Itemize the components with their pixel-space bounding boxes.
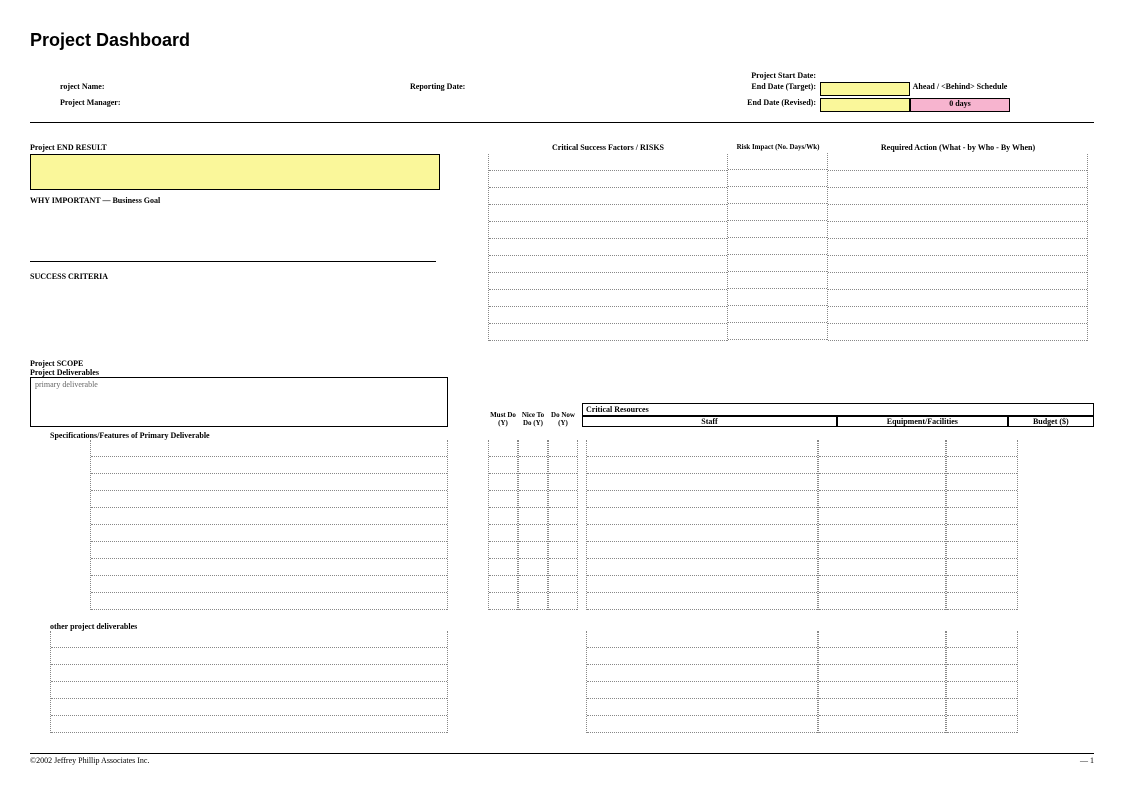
why-important-label: WHY IMPORTANT — Business Goal	[30, 194, 440, 207]
project-start-date-label: Project Start Date:	[660, 71, 820, 80]
critical-resources-header: Critical Resources	[582, 403, 1094, 416]
staff-rows[interactable]	[586, 440, 818, 610]
equipment-header: Equipment/Facilities	[837, 416, 1008, 427]
do-now-rows[interactable]	[548, 440, 578, 610]
do-now-header: Do Now (Y)	[548, 411, 578, 427]
deliverables-label: Project Deliverables	[30, 368, 1094, 377]
nice-to-do-header: Nice To Do (Y)	[518, 411, 548, 427]
equipment-rows[interactable]	[818, 440, 946, 610]
page-title: Project Dashboard	[30, 30, 1094, 51]
required-action-label: Required Action (What - by Who - By When…	[828, 141, 1088, 154]
success-criteria-input[interactable]	[30, 283, 440, 331]
page-number: — 1	[1080, 756, 1094, 765]
end-date-revised-value[interactable]	[820, 98, 910, 112]
primary-deliverable-input[interactable]: primary deliverable	[30, 377, 448, 427]
why-important-input[interactable]	[30, 207, 436, 262]
other-deliverables-label: other project deliverables	[30, 622, 1094, 631]
other-staff-rows[interactable]	[586, 631, 818, 733]
risk-impact-label: Risk Impact (No. Days/Wk)	[728, 141, 828, 153]
required-action-rows[interactable]	[828, 154, 1088, 341]
staff-header: Staff	[582, 416, 837, 427]
nice-to-do-rows[interactable]	[518, 440, 548, 610]
end-date-target-label: End Date (Target):	[660, 82, 820, 96]
divider	[30, 122, 1094, 123]
ahead-behind-label: Ahead / <Behind> Schedule	[910, 82, 1010, 96]
footer: ©2002 Jeffrey Phillip Associates Inc. — …	[30, 753, 1094, 765]
other-deliv-rows[interactable]	[50, 631, 448, 733]
csf-label: Critical Success Factors / RISKS	[488, 141, 728, 154]
end-result-input[interactable]	[30, 154, 440, 190]
must-do-header: Must Do (Y)	[488, 411, 518, 427]
reporting-date-label: Reporting Date:	[410, 82, 660, 96]
end-date-revised-label: End Date (Revised):	[660, 98, 820, 112]
end-result-label: Project END RESULT	[30, 141, 440, 154]
project-name-label: roject Name:	[30, 82, 410, 96]
copyright: ©2002 Jeffrey Phillip Associates Inc.	[30, 756, 149, 765]
spec-label: Specifications/Features of Primary Deliv…	[30, 431, 1094, 440]
csf-rows[interactable]	[488, 154, 728, 341]
days-value: 0 days	[910, 98, 1010, 112]
header-area: roject Name: Project Manager: Reporting …	[30, 71, 1094, 112]
must-do-rows[interactable]	[488, 440, 518, 610]
risk-impact-rows[interactable]	[728, 153, 828, 340]
success-criteria-label: SUCCESS CRITERIA	[30, 270, 440, 283]
scope-label: Project SCOPE	[30, 359, 1094, 368]
budget-header: Budget ($)	[1008, 416, 1094, 427]
other-budget-rows[interactable]	[946, 631, 1018, 733]
end-date-target-value[interactable]	[820, 82, 910, 96]
spec-rows[interactable]	[90, 440, 448, 610]
project-manager-label: Project Manager:	[30, 98, 410, 112]
mid-section: Project END RESULT WHY IMPORTANT — Busin…	[30, 141, 1094, 341]
other-equipment-rows[interactable]	[818, 631, 946, 733]
budget-rows[interactable]	[946, 440, 1018, 610]
